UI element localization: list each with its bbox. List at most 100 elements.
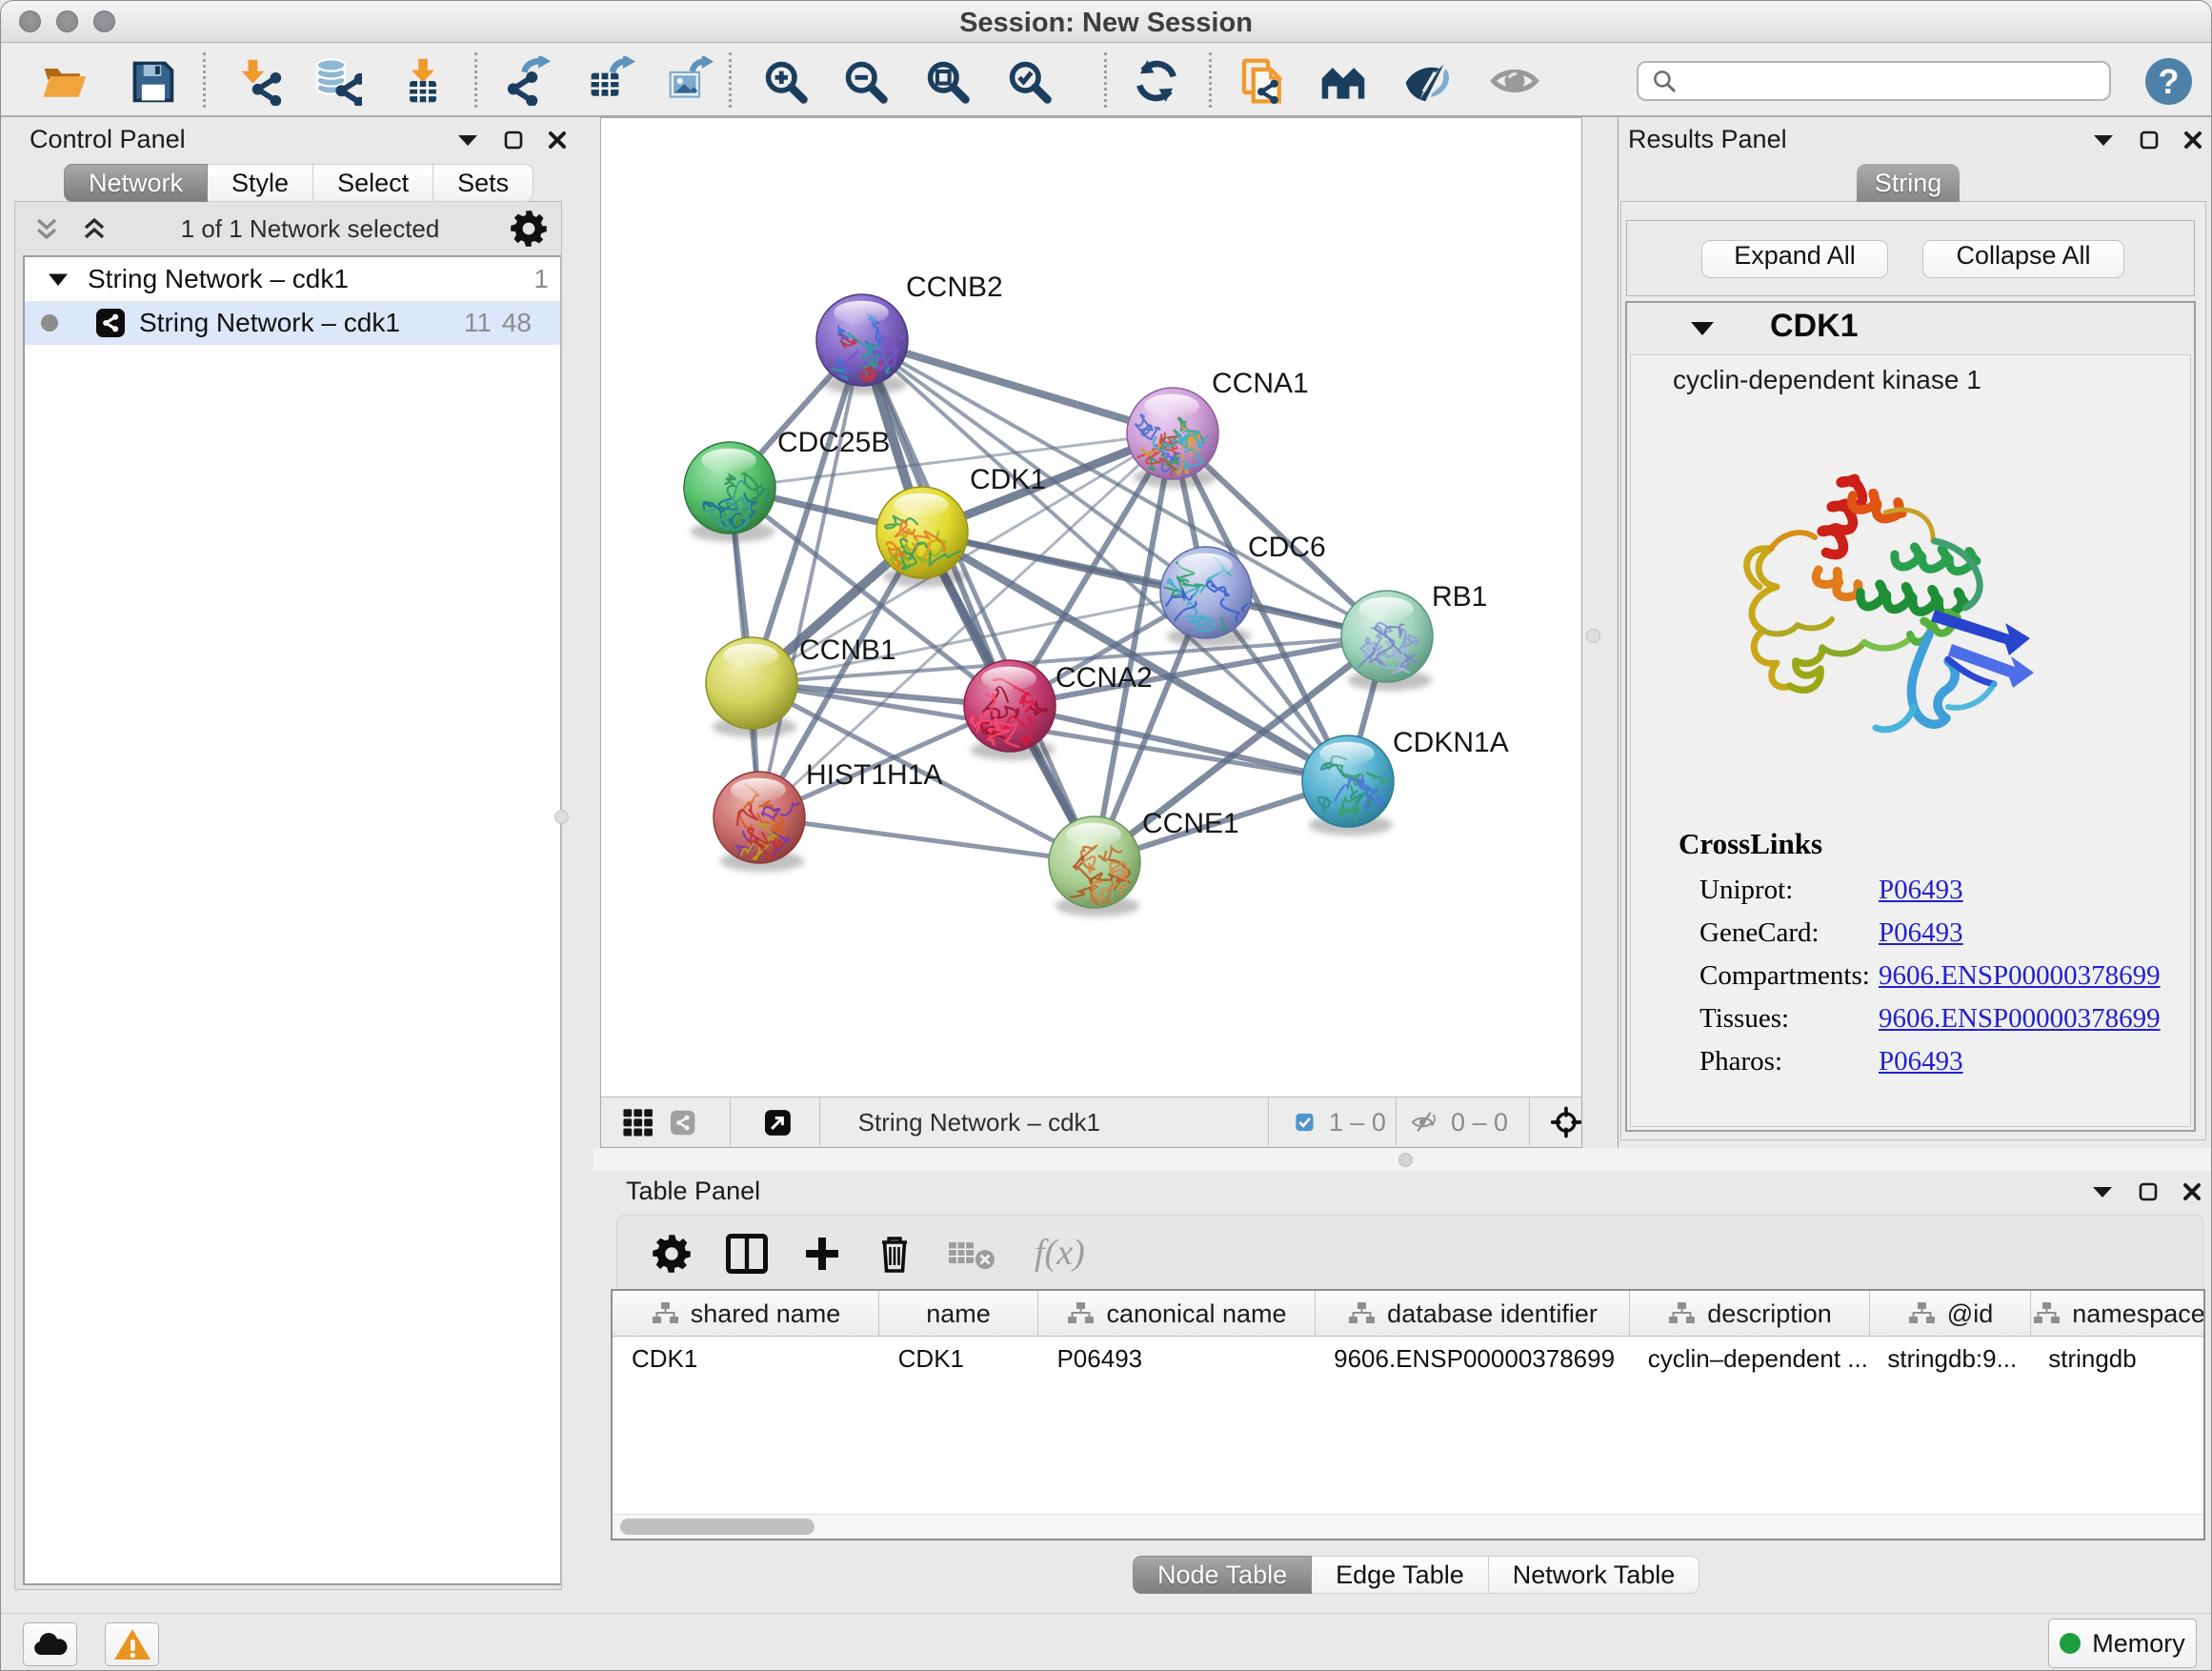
table-row[interactable]: CDK1CDK1P064939606.ENSP00000378699cyclin… <box>613 1337 2205 1380</box>
column-header-database-identifier[interactable]: database identifier <box>1316 1291 1630 1337</box>
warnings-button[interactable] <box>105 1622 159 1666</box>
crosslink-link[interactable]: P06493 <box>1879 1046 1963 1077</box>
table-cell[interactable]: stringdb:9... <box>1868 1337 2029 1380</box>
tab-style[interactable]: Style <box>208 164 313 202</box>
memory-label: Memory <box>2092 1629 2185 1659</box>
crosslink-row: Compartments:9606.ENSP00000378699 <box>1679 960 1822 990</box>
table-cell[interactable]: 9606.ENSP00000378699 <box>1315 1337 1629 1380</box>
float-panel-icon[interactable] <box>2092 132 2115 148</box>
selected-checkbox-icon[interactable] <box>1296 1110 1314 1135</box>
table-settings-gear-icon[interactable] <box>652 1234 692 1274</box>
column-header-shared-name[interactable]: shared name <box>613 1291 879 1337</box>
split-columns-icon[interactable] <box>726 1234 768 1274</box>
show-all-button[interactable] <box>1488 54 1541 108</box>
right-splitter-handle[interactable] <box>1586 629 1600 643</box>
crosslink-link[interactable]: P06493 <box>1879 875 1963 906</box>
table-hscrollbar[interactable] <box>613 1514 2203 1539</box>
horizontal-splitter[interactable] <box>593 1148 2212 1171</box>
table-cell[interactable]: CDK1 <box>613 1337 879 1380</box>
collection-gear-icon[interactable] <box>510 210 548 248</box>
open-in-window-icon[interactable] <box>765 1105 791 1140</box>
zoom-in-button[interactable] <box>758 54 812 108</box>
network-canvas[interactable]: CCNB2CCNA1CDC25BCDK1CDC6RB1CCNB1CCNA2CDK… <box>601 118 1581 1097</box>
collapse-all-button[interactable]: Collapse All <box>1922 240 2124 278</box>
maximize-panel-icon[interactable] <box>504 131 523 150</box>
export-network-button[interactable] <box>501 54 554 108</box>
help-button[interactable]: ? <box>2145 58 2192 105</box>
netbar-share-icon[interactable] <box>671 1106 694 1139</box>
window-title: Session: New Session <box>1 1 2211 43</box>
import-network-file-button[interactable] <box>231 54 285 108</box>
birdseye-grid-icon[interactable] <box>622 1100 654 1144</box>
table-cell[interactable]: P06493 <box>1037 1337 1315 1380</box>
search-box[interactable] <box>1637 61 2111 101</box>
memory-button[interactable]: Memory <box>2048 1619 2197 1668</box>
column-header-canonical-name[interactable]: canonical name <box>1038 1291 1316 1337</box>
export-image-button[interactable] <box>662 54 715 108</box>
maximize-panel-icon[interactable] <box>2139 1182 2158 1201</box>
table-cell[interactable]: cyclin–dependent ... <box>1629 1337 1869 1380</box>
horizontal-splitter-handle[interactable] <box>1398 1153 1413 1167</box>
crosslink-link[interactable]: 9606.ENSP00000378699 <box>1879 1003 2161 1035</box>
import-table-button[interactable] <box>396 54 450 108</box>
column-header-name[interactable]: name <box>879 1291 1038 1337</box>
tab-string[interactable]: String <box>1857 164 1960 202</box>
delete-column-icon[interactable] <box>876 1233 913 1275</box>
crosshair-icon[interactable] <box>1551 1101 1581 1143</box>
float-panel-icon[interactable] <box>456 132 479 148</box>
tab-sets[interactable]: Sets <box>433 164 533 202</box>
expand-all-networks-icon[interactable] <box>78 214 111 243</box>
export-table-button[interactable] <box>584 54 637 108</box>
tab-node-table[interactable]: Node Table <box>1133 1556 1312 1594</box>
column-header-description[interactable]: description <box>1630 1291 1870 1337</box>
edge-CCNB2-CCNA1[interactable] <box>862 340 1173 433</box>
save-session-button[interactable] <box>126 54 179 108</box>
first-neighbors-button[interactable] <box>1317 54 1370 108</box>
hide-selected-button[interactable] <box>1400 54 1454 108</box>
maximize-panel-icon[interactable] <box>2140 131 2159 150</box>
zoom-out-button[interactable] <box>838 54 892 108</box>
expand-collection-icon[interactable] <box>48 272 69 288</box>
tab-edge-table[interactable]: Edge Table <box>1312 1556 1489 1594</box>
tab-network-table[interactable]: Network Table <box>1489 1556 1700 1594</box>
copy-network-button[interactable] <box>1237 54 1290 108</box>
add-column-icon[interactable] <box>802 1234 842 1274</box>
crosslink-link[interactable]: P06493 <box>1879 917 1963 949</box>
tab-select[interactable]: Select <box>313 164 433 202</box>
table-cell[interactable]: CDK1 <box>879 1337 1038 1380</box>
node-CDC6[interactable] <box>1158 547 1252 658</box>
node-CDC25B[interactable] <box>684 442 775 542</box>
expand-all-button[interactable]: Expand All <box>1701 240 1888 278</box>
cloud-button[interactable] <box>23 1622 77 1666</box>
table-cell[interactable]: stringdb <box>2029 1337 2205 1380</box>
network-list-item[interactable]: String Network – cdk11 <box>25 257 560 301</box>
node-RB1[interactable] <box>1341 591 1433 691</box>
close-panel-icon[interactable] <box>2182 1182 2202 1201</box>
column-header-namespace[interactable]: namespace <box>2031 1291 2205 1337</box>
node-HIST1H1A[interactable] <box>714 772 821 884</box>
node-CDK1[interactable] <box>876 487 968 590</box>
gene-section-header[interactable]: CDK1 <box>1627 303 2194 354</box>
node-CCNB1[interactable] <box>706 637 797 737</box>
table-hscrollbar-thumb[interactable] <box>620 1519 814 1535</box>
network-list-item[interactable]: String Network – cdk11148 <box>25 301 560 345</box>
float-panel-icon[interactable] <box>2091 1184 2114 1199</box>
crosslink-link[interactable]: 9606.ENSP00000378699 <box>1879 960 2161 992</box>
node-CCNA1[interactable] <box>1127 388 1218 492</box>
edge-HIST1H1A-CCNE1[interactable] <box>759 817 1095 862</box>
refresh-button[interactable] <box>1130 54 1183 108</box>
open-file-button[interactable] <box>37 54 90 108</box>
zoom-fit-button[interactable] <box>920 54 974 108</box>
node-CCNE1[interactable] <box>1049 816 1140 921</box>
node-CCNB2[interactable] <box>816 294 917 399</box>
column-header--id[interactable]: @id <box>1870 1291 2031 1337</box>
left-splitter-handle[interactable] <box>554 810 569 824</box>
collapse-all-networks-icon[interactable] <box>30 214 63 243</box>
tab-network[interactable]: Network <box>64 164 208 202</box>
close-panel-icon[interactable] <box>548 131 567 150</box>
import-network-database-button[interactable] <box>311 54 364 108</box>
zoom-selected-button[interactable] <box>1002 54 1056 108</box>
collapse-section-icon[interactable] <box>1690 320 1715 337</box>
close-panel-icon[interactable] <box>2183 131 2202 150</box>
node-CDKN1A[interactable] <box>1302 735 1403 836</box>
